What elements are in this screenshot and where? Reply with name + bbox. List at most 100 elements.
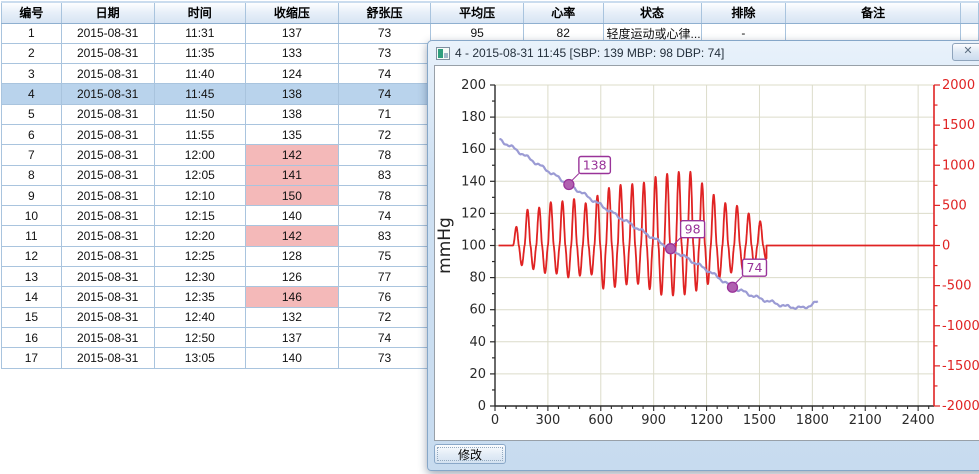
cell-dbp[interactable]: 72 — [338, 124, 431, 144]
cell-sbp[interactable]: 138 — [246, 104, 339, 124]
cell-sbp[interactable]: 135 — [246, 124, 339, 144]
column-header-note[interactable]: 备注 — [786, 2, 961, 23]
cell-date[interactable]: 2015-08-31 — [61, 84, 154, 104]
cell-time[interactable]: 12:25 — [154, 246, 246, 266]
cell-time[interactable]: 11:50 — [154, 104, 246, 124]
cell-dbp[interactable]: 74 — [338, 206, 431, 226]
cell-id[interactable]: 8 — [2, 165, 62, 185]
column-header-time[interactable]: 时间 — [154, 2, 246, 23]
cell-id[interactable]: 9 — [2, 185, 62, 205]
cell-sbp[interactable]: 142 — [246, 226, 339, 246]
cell-time[interactable]: 12:20 — [154, 226, 246, 246]
cell-dbp[interactable]: 83 — [338, 165, 431, 185]
cell-date[interactable]: 2015-08-31 — [61, 226, 154, 246]
cell-dbp[interactable]: 78 — [338, 185, 431, 205]
cell-id[interactable]: 11 — [2, 226, 62, 246]
cell-date[interactable]: 2015-08-31 — [61, 185, 154, 205]
cell-sbp[interactable]: 142 — [246, 145, 339, 165]
column-header-dbp[interactable]: 舒张压 — [338, 2, 431, 23]
cell-sbp[interactable]: 146 — [246, 287, 339, 307]
column-header-exclude[interactable]: 排除 — [701, 2, 786, 23]
cell-date[interactable]: 2015-08-31 — [61, 206, 154, 226]
cell-id[interactable]: 10 — [2, 206, 62, 226]
column-header-sbp[interactable]: 收缩压 — [246, 2, 339, 23]
cell-sbp[interactable]: 133 — [246, 43, 339, 63]
cell-dbp[interactable]: 74 — [338, 64, 431, 84]
cell-id[interactable]: 13 — [2, 267, 62, 287]
cell-time[interactable]: 11:35 — [154, 43, 246, 63]
cell-date[interactable]: 2015-08-31 — [61, 104, 154, 124]
cell-date[interactable]: 2015-08-31 — [61, 165, 154, 185]
cell-time[interactable]: 11:31 — [154, 23, 246, 43]
modify-button[interactable]: 修改 — [434, 444, 506, 464]
cell-time[interactable]: 11:40 — [154, 64, 246, 84]
cell-sbp[interactable]: 140 — [246, 348, 339, 368]
cell-sbp[interactable]: 140 — [246, 206, 339, 226]
cell-id[interactable]: 12 — [2, 246, 62, 266]
cell-date[interactable]: 2015-08-31 — [61, 145, 154, 165]
cell-date[interactable]: 2015-08-31 — [61, 348, 154, 368]
cell-time[interactable]: 11:45 — [154, 84, 246, 104]
cell-date[interactable]: 2015-08-31 — [61, 267, 154, 287]
cell-date[interactable]: 2015-08-31 — [61, 124, 154, 144]
cell-dbp[interactable]: 83 — [338, 226, 431, 246]
cell-sbp[interactable]: 124 — [246, 64, 339, 84]
cell-dbp[interactable]: 73 — [338, 43, 431, 63]
cell-id[interactable]: 3 — [2, 64, 62, 84]
cell-time[interactable]: 13:05 — [154, 348, 246, 368]
cell-date[interactable]: 2015-08-31 — [61, 327, 154, 347]
cell-date[interactable]: 2015-08-31 — [61, 246, 154, 266]
cell-id[interactable]: 5 — [2, 104, 62, 124]
cell-time[interactable]: 12:50 — [154, 327, 246, 347]
cell-date[interactable]: 2015-08-31 — [61, 64, 154, 84]
cell-dbp[interactable]: 72 — [338, 307, 431, 327]
column-header-hr[interactable]: 心率 — [523, 2, 603, 23]
cell-sbp[interactable]: 138 — [246, 84, 339, 104]
cell-id[interactable]: 16 — [2, 327, 62, 347]
cell-time[interactable]: 12:15 — [154, 206, 246, 226]
cell-sbp[interactable]: 137 — [246, 327, 339, 347]
cell-id[interactable]: 15 — [2, 307, 62, 327]
cell-time[interactable]: 12:00 — [154, 145, 246, 165]
cell-time[interactable]: 11:55 — [154, 124, 246, 144]
cell-sbp[interactable]: 132 — [246, 307, 339, 327]
cell-dbp[interactable]: 74 — [338, 84, 431, 104]
cell-id[interactable]: 2 — [2, 43, 62, 63]
column-header-date[interactable]: 日期 — [61, 2, 154, 23]
column-header-mbp[interactable]: 平均压 — [431, 2, 524, 23]
cell-dbp[interactable]: 73 — [338, 23, 431, 43]
cell-dbp[interactable]: 78 — [338, 145, 431, 165]
cell-sbp[interactable]: 141 — [246, 165, 339, 185]
cell-date[interactable]: 2015-08-31 — [61, 23, 154, 43]
column-header-status[interactable]: 状态 — [603, 2, 701, 23]
cell-dbp[interactable]: 75 — [338, 246, 431, 266]
cell-dbp[interactable]: 74 — [338, 327, 431, 347]
cell-sbp[interactable]: 126 — [246, 267, 339, 287]
cell-time[interactable]: 12:40 — [154, 307, 246, 327]
cell-id[interactable]: 4 — [2, 84, 62, 104]
cell-time[interactable]: 12:30 — [154, 267, 246, 287]
cell-sbp[interactable]: 137 — [246, 23, 339, 43]
window-titlebar[interactable]: 4 - 2015-08-31 11:45 [SBP: 139 MBP: 98 D… — [434, 43, 979, 63]
cell-dbp[interactable]: 73 — [338, 348, 431, 368]
cell-sbp[interactable]: 128 — [246, 246, 339, 266]
cell-date[interactable]: 2015-08-31 — [61, 43, 154, 63]
cell-date[interactable]: 2015-08-31 — [61, 287, 154, 307]
cell-sbp[interactable]: 150 — [246, 185, 339, 205]
cell-date[interactable]: 2015-08-31 — [61, 307, 154, 327]
cell-id[interactable]: 1 — [2, 23, 62, 43]
cell-dbp[interactable]: 76 — [338, 287, 431, 307]
cell-id[interactable]: 7 — [2, 145, 62, 165]
cell-time[interactable]: 12:35 — [154, 287, 246, 307]
column-header-gutter[interactable] — [961, 2, 979, 23]
cell-time[interactable]: 12:10 — [154, 185, 246, 205]
cell-dbp[interactable]: 71 — [338, 104, 431, 124]
cell-dbp[interactable]: 77 — [338, 267, 431, 287]
column-header-id[interactable]: 编号 — [2, 2, 62, 23]
svg-text:-2000: -2000 — [942, 399, 979, 414]
close-button[interactable]: ✕ — [952, 43, 979, 61]
cell-id[interactable]: 17 — [2, 348, 62, 368]
cell-time[interactable]: 12:05 — [154, 165, 246, 185]
cell-id[interactable]: 6 — [2, 124, 62, 144]
cell-id[interactable]: 14 — [2, 287, 62, 307]
